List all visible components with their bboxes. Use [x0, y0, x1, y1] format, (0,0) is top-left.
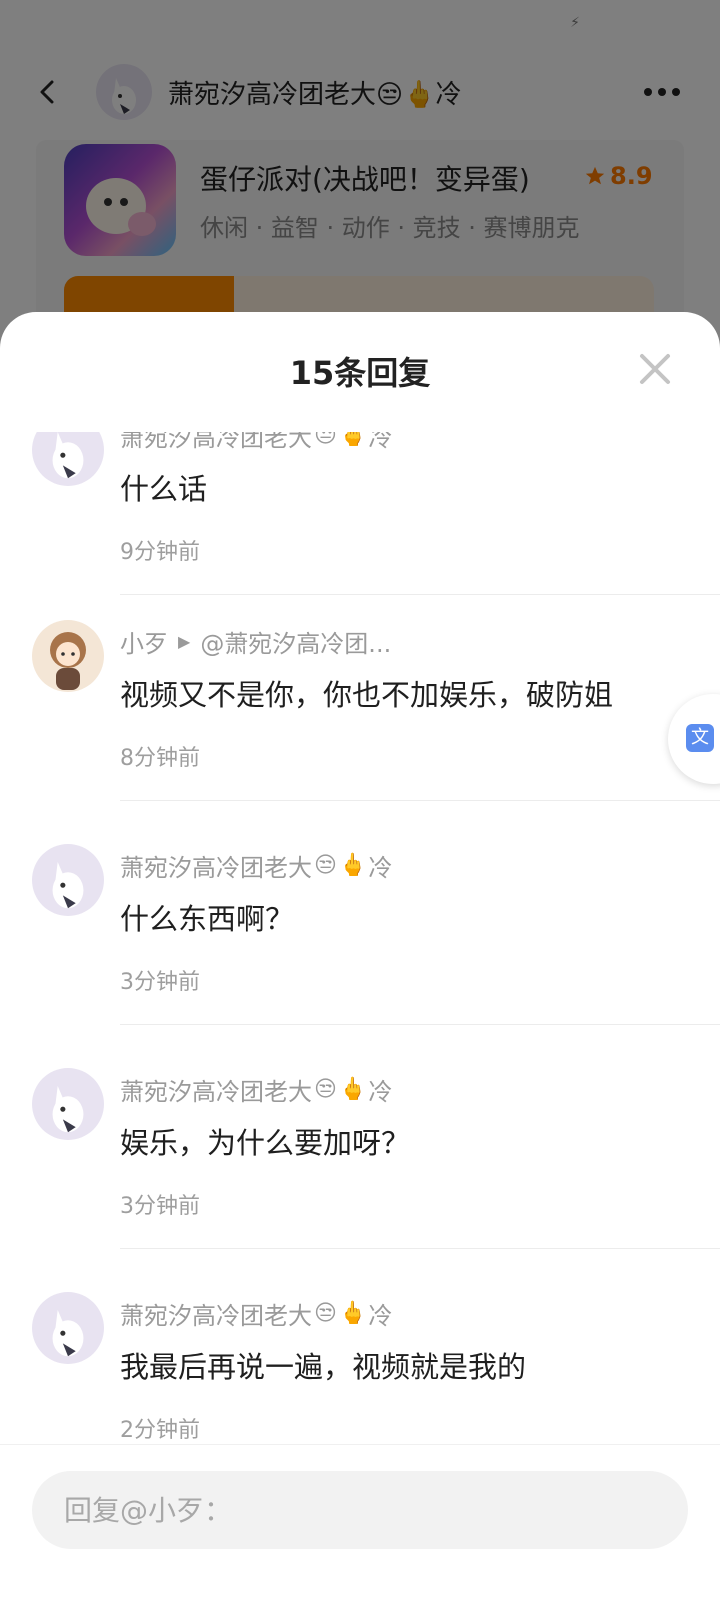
reply-text: 我最后再说一遍，视频就是我的: [120, 1350, 527, 1384]
divider: [120, 800, 720, 801]
reply-author[interactable]: 萧宛汐高冷团老大 😒 🖕 冷: [120, 432, 392, 453]
author-emoji-2: 🖕: [338, 432, 367, 448]
divider: [120, 594, 720, 595]
reply-author[interactable]: 萧宛汐高冷团老大 😒 🖕 冷: [120, 848, 392, 883]
author-emoji-1: 😒: [314, 853, 337, 878]
reply-author[interactable]: 萧宛汐高冷团老大 😒 🖕 冷: [120, 1296, 392, 1331]
author-name-suffix: 冷: [368, 854, 393, 882]
white-dog-avatar-icon: [52, 1310, 84, 1357]
reply-author[interactable]: 小歹 ▶ @萧宛汐高冷团...: [120, 624, 391, 659]
divider: [120, 1024, 720, 1025]
list-item[interactable]: 萧宛汐高冷团老大 😒 🖕 冷 什么话 9分钟前: [0, 432, 720, 642]
reply-arrow-icon: ▶: [178, 632, 191, 651]
author-name-suffix: 冷: [368, 1302, 393, 1330]
list-item[interactable]: 萧宛汐高冷团老大 😒 🖕 冷 什么东西啊？ 3分钟前: [0, 844, 720, 1072]
reply-time: 9分钟前: [120, 540, 200, 565]
author-emoji-1: 😒: [314, 1077, 337, 1102]
reply-time: 8分钟前: [120, 746, 200, 771]
reply-input-bar: [0, 1444, 720, 1600]
avatar[interactable]: [32, 1068, 104, 1140]
reply-time: 3分钟前: [120, 1194, 200, 1219]
list-item[interactable]: 萧宛汐高冷团老大 😒 🖕 冷 我最后再说一遍，视频就是我的 2分钟前: [0, 1292, 720, 1462]
divider: [120, 1248, 720, 1249]
author-emoji-2: 🖕: [338, 1301, 367, 1326]
white-dog-avatar-icon: [52, 432, 84, 479]
author-name-suffix: 冷: [368, 432, 393, 452]
author-name: 萧宛汐高冷团老大: [120, 854, 312, 882]
author-name-suffix: 冷: [368, 1078, 393, 1106]
reply-input[interactable]: [32, 1471, 688, 1549]
sheet-title: 15条回复: [289, 354, 431, 392]
reply-text: 什么东西啊？: [120, 902, 295, 936]
author-name: 萧宛汐高冷团老大: [120, 432, 312, 452]
avatar[interactable]: [32, 432, 104, 486]
reply-list[interactable]: 萧宛汐高冷团老大😒🖕冷 什么话 9分钟前 小歹 ▶ @萧宛汐高冷团...: [0, 432, 720, 1462]
author-emoji-2: 🖕: [338, 1077, 367, 1102]
anime-girl-avatar-icon: [50, 632, 86, 690]
replies-sheet: 15条回复 萧宛汐高冷团老大 😒 🖕 冷 什么话 9分钟前 小歹 ▶ @萧宛汐高…: [0, 312, 720, 1600]
avatar[interactable]: [32, 844, 104, 916]
white-dog-avatar-icon: [52, 1086, 84, 1133]
author-name: 萧宛汐高冷团老大: [120, 1302, 312, 1330]
reply-text: 视频又不是你，你也不加娱乐，破防姐: [120, 678, 614, 712]
author-emoji-1: 😒: [314, 432, 337, 448]
avatar[interactable]: [32, 1292, 104, 1364]
reply-author[interactable]: 萧宛汐高冷团老大 😒 🖕 冷: [120, 1072, 392, 1107]
reply-time: 3分钟前: [120, 970, 200, 995]
author-emoji-2: 🖕: [338, 853, 367, 878]
avatar[interactable]: [32, 620, 104, 692]
author-emoji-1: 😒: [314, 1301, 337, 1326]
list-item[interactable]: 萧宛汐高冷团老大 😒 🖕 冷 娱乐，为什么要加呀？ 3分钟前: [0, 1068, 720, 1296]
reply-text: 娱乐，为什么要加呀？: [120, 1126, 411, 1160]
author-name: 小歹: [120, 630, 168, 658]
list-item[interactable]: 小歹 ▶ @萧宛汐高冷团... 视频又不是你，你也不加娱乐，破防姐 8分钟前: [0, 620, 720, 848]
reply-text: 什么话: [120, 472, 208, 506]
reply-to-mention[interactable]: @萧宛汐高冷团...: [200, 624, 391, 659]
translate-icon: 文: [686, 724, 714, 752]
white-dog-avatar-icon: [52, 862, 84, 909]
author-name: 萧宛汐高冷团老大: [120, 1078, 312, 1106]
close-icon[interactable]: [638, 352, 672, 386]
reply-time: 2分钟前: [120, 1418, 200, 1443]
